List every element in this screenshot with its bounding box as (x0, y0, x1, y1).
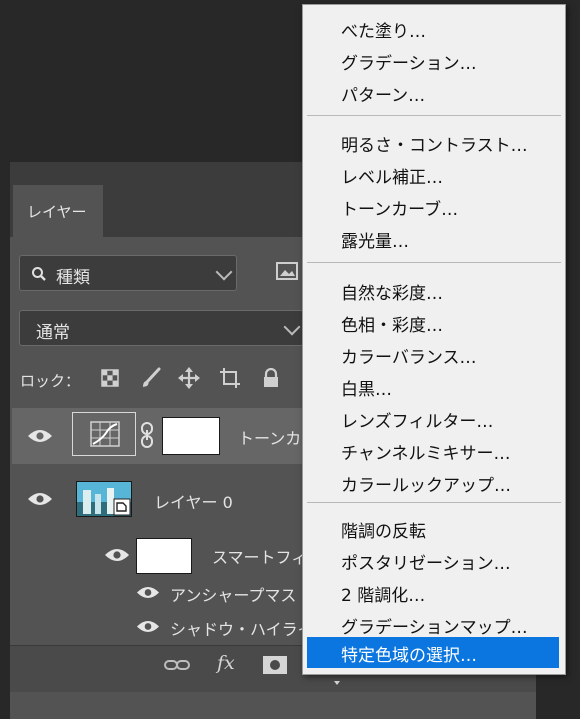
menu-item-label: カラーバランス… (341, 348, 477, 368)
menu-item-label: 2 階調化… (341, 586, 426, 606)
smart-object-icon (113, 498, 131, 516)
menu-item-color-lookup[interactable]: カラールックアップ… (303, 467, 565, 498)
menu-separator (307, 115, 561, 116)
layer-name[interactable]: トーンカ (238, 425, 301, 449)
menu-item-label: 特定色域の選択… (341, 646, 477, 666)
menu-item-channel-mixer[interactable]: チャンネルミキサー… (303, 435, 565, 466)
chevron-down-icon (283, 318, 301, 336)
menu-item-exposure[interactable]: 露光量… (303, 223, 565, 254)
menu-item-label: 色相・彩度… (341, 316, 443, 336)
menu-item-curves[interactable]: トーンカーブ… (303, 191, 565, 222)
mask-icon[interactable] (263, 656, 287, 674)
filter-name[interactable]: アンシャープマス (170, 582, 296, 606)
menu-item-levels[interactable]: レベル補正… (303, 159, 565, 190)
menu-item-label: 自然な彩度… (341, 284, 443, 304)
menu-item-posterize[interactable]: ポスタリゼーション… (303, 545, 565, 576)
eye-icon[interactable] (136, 586, 160, 599)
eye-icon[interactable] (27, 429, 53, 443)
menu-item-invert[interactable]: 階調の反転 (303, 513, 565, 544)
menu-item-label: チャンネルミキサー… (341, 444, 511, 464)
fx-icon[interactable]: fx (217, 652, 235, 674)
menu-item-pattern[interactable]: パターン… (303, 77, 565, 108)
eye-icon[interactable] (104, 548, 130, 562)
menu-item-label: トーンカーブ… (341, 200, 459, 220)
menu-item-hue-saturation[interactable]: 色相・彩度… (303, 307, 565, 338)
menu-item-solid-color[interactable]: べた塗り… (303, 13, 565, 44)
menu-item-label: カラールックアップ… (341, 476, 511, 496)
menu-separator (307, 262, 561, 263)
tab-layers[interactable]: レイヤー (13, 185, 103, 237)
eye-icon[interactable] (27, 492, 53, 506)
curves-adjustment-thumbnail[interactable] (72, 412, 136, 456)
menu-item-label: ポスタリゼーション… (341, 554, 511, 574)
filter-kind-select[interactable]: 種類 (19, 255, 237, 291)
menu-item-label: レベル補正… (341, 168, 443, 188)
eye-icon[interactable] (136, 620, 160, 633)
image-filter-icon[interactable] (276, 262, 298, 280)
menu-item-label: グラデーション… (341, 54, 477, 74)
filter-kind-value: 種類 (56, 268, 90, 288)
menu-item-photo-filter[interactable]: レンズフィルター… (303, 403, 565, 434)
menu-item-black-white[interactable]: 白黒… (303, 371, 565, 402)
tab-layers-label: レイヤー (27, 203, 87, 221)
chain-link-icon[interactable] (140, 422, 154, 448)
menu-item-label: 白黒… (341, 380, 392, 400)
layer-thumbnail[interactable] (76, 481, 132, 517)
lock-icon[interactable] (262, 368, 280, 388)
search-icon (32, 267, 46, 281)
menu-item-selective-color[interactable]: 特定色域の選択… (307, 637, 559, 668)
menu-item-label: グラデーションマップ… (341, 618, 528, 638)
menu-item-label: 明るさ・コントラスト… (341, 136, 528, 156)
menu-item-vibrance[interactable]: 自然な彩度… (303, 275, 565, 306)
brush-icon[interactable] (140, 367, 162, 389)
menu-item-color-balance[interactable]: カラーバランス… (303, 339, 565, 370)
layer-name[interactable]: レイヤー 0 (154, 489, 233, 513)
menu-item-label: 露光量… (341, 232, 409, 252)
move-icon[interactable] (178, 367, 200, 389)
smart-filters-label[interactable]: スマートフィ (212, 544, 307, 568)
lock-transparent-pixels-icon[interactable] (101, 369, 119, 387)
blend-mode-value: 通常 (36, 323, 70, 343)
menu-item-label: べた塗り… (341, 22, 426, 42)
menu-item-gradient[interactable]: グラデーション… (303, 45, 565, 76)
new-adjustment-layer-menu: べた塗り… グラデーション… パターン… 明るさ・コントラスト… レベル補正… … (302, 4, 566, 675)
smart-filter-mask-thumbnail[interactable] (136, 538, 192, 574)
menu-item-label: パターン… (341, 86, 426, 106)
artboard-icon[interactable] (219, 367, 241, 389)
menu-item-gradient-map[interactable]: グラデーションマップ… (303, 609, 565, 640)
filter-name[interactable]: シャドウ・ハイライ (170, 616, 314, 640)
menu-item-label: 階調の反転 (341, 522, 426, 542)
lock-label: ロック： (20, 372, 81, 390)
menu-item-label: レンズフィルター… (341, 412, 494, 432)
menu-separator (307, 502, 561, 503)
chevron-down-icon (215, 263, 233, 281)
layer-mask-thumbnail[interactable] (162, 417, 220, 455)
curves-icon (90, 421, 120, 447)
link-icon[interactable] (164, 657, 190, 673)
menu-item-brightness-contrast[interactable]: 明るさ・コントラスト… (303, 127, 565, 158)
blend-mode-select[interactable]: 通常 (19, 310, 305, 346)
menu-item-threshold[interactable]: 2 階調化… (303, 577, 565, 608)
